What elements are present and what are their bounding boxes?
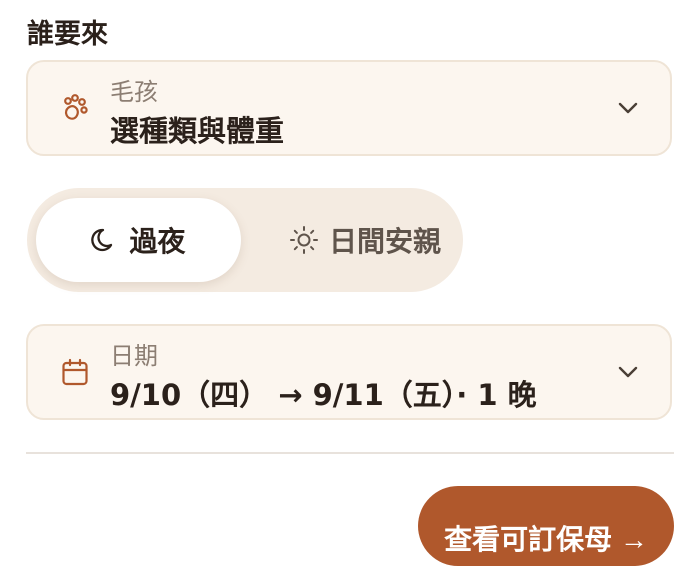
section-title: 誰要來 (27, 19, 108, 50)
calendar-icon (62, 358, 88, 386)
cta-label: 查看可訂保母 → (444, 524, 648, 555)
mode-option-daycare[interactable]: 日間安親 (272, 198, 458, 282)
chevron-down-icon (618, 102, 638, 114)
mode-option-label: 過夜 (129, 225, 186, 258)
sun-icon (289, 226, 318, 254)
stay-type-toggle: 過夜 日間安親 (27, 188, 463, 292)
date-field-value: 9/10（四） → 9/11（五）· 1 晚 (110, 378, 537, 412)
pet-field-label: 毛孩 (110, 78, 158, 106)
mode-option-overnight[interactable]: 過夜 (36, 198, 241, 282)
pet-field-value: 選種類與體重 (110, 114, 285, 148)
mode-option-label: 日間安親 (328, 225, 441, 258)
moon-icon (91, 228, 113, 252)
chevron-down-icon (618, 366, 638, 378)
paw-icon (64, 94, 88, 120)
search-sitters-button[interactable]: 查看可訂保母 → (418, 486, 674, 566)
date-field-label: 日期 (110, 342, 158, 370)
pet-selector[interactable]: 毛孩 選種類與體重 (26, 60, 672, 156)
date-selector[interactable]: 日期 9/10（四） → 9/11（五）· 1 晚 (26, 324, 672, 420)
divider (26, 452, 674, 454)
